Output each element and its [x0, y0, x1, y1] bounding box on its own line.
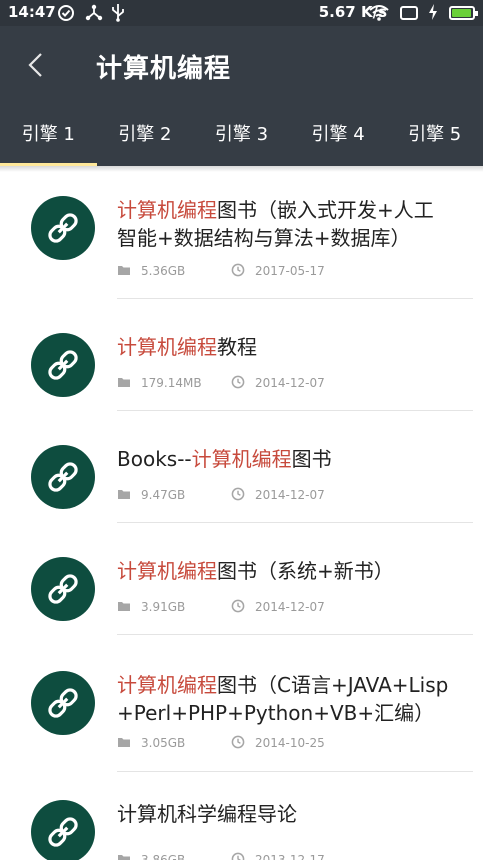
charging-bolt-icon [427, 2, 439, 26]
clock-icon [231, 487, 245, 504]
engine-tabs: 引擎 1 引擎 2 引擎 3 引擎 4 引擎 5 [0, 106, 483, 166]
clock-icon [231, 852, 245, 860]
link-icon [48, 817, 78, 847]
result-date: 2014-12-07 [255, 488, 325, 502]
back-button[interactable] [24, 50, 48, 80]
result-title-line-2: +Perl+PHP+Python+VB+汇编） [117, 701, 435, 725]
result-title: Books--计算机编程图书 [117, 445, 463, 473]
result-size: 9.47GB [141, 488, 186, 502]
chevron-left-icon [28, 53, 42, 77]
status-time: 14:47 [8, 3, 56, 21]
result-avatar [31, 800, 95, 860]
title-prefix: 计算机科学编程导论 [117, 802, 297, 826]
result-title: 计算机编程图书（嵌入式开发+人工 智能+数据结构与算法+数据库） [117, 196, 463, 252]
result-date: 2017-05-17 [255, 264, 325, 278]
result-meta: 3.05GB 2014-10-25 [117, 735, 457, 751]
title-highlight: 计算机编程 [117, 198, 217, 222]
link-icon [48, 350, 78, 380]
title-suffix: 图书（C语言+JAVA+Lisp [217, 673, 449, 697]
result-meta: 3.86GB 2013-12-17 [117, 852, 457, 860]
result-title-line-1: 计算机编程教程 [117, 333, 463, 361]
result-title-line-1: 计算机科学编程导论 [117, 800, 463, 828]
result-avatar [31, 445, 95, 509]
title-highlight: 计算机编程 [191, 447, 292, 471]
result-title: 计算机编程图书（系统+新书） [117, 557, 463, 585]
clock-icon [231, 375, 245, 392]
title-suffix: 教程 [217, 335, 257, 359]
result-title-line-1: 计算机编程图书（C语言+JAVA+Lisp [117, 671, 463, 699]
tab-engine-5[interactable]: 引擎 5 [386, 106, 483, 166]
clock-icon [231, 263, 245, 280]
app-bar: 计算机编程 [0, 26, 483, 106]
title-highlight: 计算机编程 [117, 559, 217, 583]
result-item[interactable]: 计算机编程图书（系统+新书） 3.91GB 2014-12-07 [0, 523, 483, 635]
result-title-line-1: 计算机编程图书（嵌入式开发+人工 [117, 196, 463, 224]
result-title: 计算机科学编程导论 [117, 800, 463, 828]
page-title: 计算机编程 [96, 54, 232, 84]
battery-icon [449, 6, 478, 20]
result-date: 2014-12-07 [255, 376, 325, 390]
clock-icon [231, 599, 245, 616]
result-meta: 9.47GB 2014-12-07 [117, 487, 457, 503]
share-nodes-icon [84, 2, 104, 26]
result-item[interactable]: 计算机编程图书（C语言+JAVA+Lisp +Perl+PHP+Python+VB… [0, 635, 483, 772]
title-suffix: 图书（嵌入式开发+人工 [217, 198, 434, 222]
title-highlight: 计算机编程 [117, 673, 217, 697]
link-icon [48, 462, 78, 492]
result-avatar [31, 333, 95, 397]
folder-icon [117, 488, 131, 503]
folder-icon [117, 600, 131, 615]
result-avatar [31, 557, 95, 621]
result-title: 计算机编程教程 [117, 333, 463, 361]
tab-engine-4[interactable]: 引擎 4 [290, 106, 387, 166]
result-item[interactable]: Books--计算机编程图书 9.47GB 2014-12-07 [0, 411, 483, 523]
result-item[interactable]: 计算机编程教程 179.14MB 2014-12-07 [0, 299, 483, 411]
result-title-line-1: 计算机编程图书（系统+新书） [117, 557, 463, 585]
check-circle-icon [56, 2, 76, 26]
usb-icon [110, 2, 126, 26]
result-meta: 179.14MB 2014-12-07 [117, 375, 457, 391]
result-item[interactable]: 计算机科学编程导论 3.86GB 2013-12-17 [0, 772, 483, 860]
clock-icon [231, 735, 245, 752]
result-size: 179.14MB [141, 376, 202, 390]
folder-icon [117, 376, 131, 391]
result-size: 3.05GB [141, 736, 186, 750]
result-title-line-2: 智能+数据结构与算法+数据库） [117, 226, 411, 250]
result-item[interactable]: 计算机编程图书（嵌入式开发+人工 智能+数据结构与算法+数据库） 5.36GB 201… [0, 170, 483, 299]
link-icon [48, 574, 78, 604]
screen-rotation-icon [399, 2, 419, 26]
result-date: 2013-12-17 [255, 853, 325, 860]
title-suffix: 图书（系统+新书） [217, 559, 394, 583]
result-size: 3.91GB [141, 600, 186, 614]
tab-engine-1[interactable]: 引擎 1 [0, 106, 97, 166]
result-title: 计算机编程图书（C语言+JAVA+Lisp +Perl+PHP+Python+VB… [117, 671, 463, 727]
status-bar: 14:47 5.67 K/s [0, 0, 483, 26]
folder-icon [117, 264, 131, 279]
folder-icon [117, 736, 131, 751]
tab-engine-3[interactable]: 引擎 3 [193, 106, 290, 166]
battery-level [452, 9, 471, 17]
result-avatar [31, 671, 95, 735]
title-suffix: 图书 [291, 447, 332, 471]
result-date: 2014-12-07 [255, 600, 325, 614]
link-icon [48, 213, 78, 243]
results-list: 计算机编程图书（嵌入式开发+人工 智能+数据结构与算法+数据库） 5.36GB 201… [0, 170, 483, 860]
result-avatar [31, 196, 95, 260]
wifi-icon [368, 2, 390, 26]
result-size: 3.86GB [141, 853, 186, 860]
folder-icon [117, 853, 131, 860]
tab-engine-2[interactable]: 引擎 2 [97, 106, 194, 166]
result-size: 5.36GB [141, 264, 186, 278]
title-prefix: Books-- [117, 447, 192, 471]
link-icon [48, 688, 78, 718]
title-highlight: 计算机编程 [117, 335, 217, 359]
result-meta: 5.36GB 2017-05-17 [117, 263, 457, 279]
result-meta: 3.91GB 2014-12-07 [117, 599, 457, 615]
result-date: 2014-10-25 [255, 736, 325, 750]
result-title-line-1: Books--计算机编程图书 [117, 445, 463, 473]
